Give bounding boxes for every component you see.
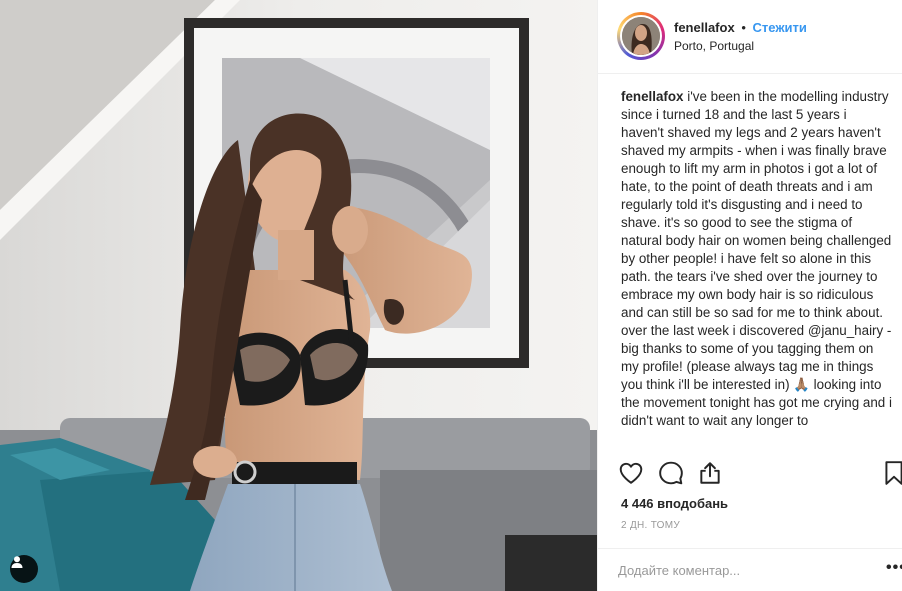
post-photo[interactable]	[0, 0, 597, 591]
post-caption: fenellafox i've been in the modelling in…	[621, 88, 893, 446]
photo-illustration	[0, 0, 597, 591]
avatar[interactable]	[617, 12, 665, 60]
comment-bubble-icon	[659, 461, 683, 485]
like-button[interactable]	[618, 460, 644, 491]
likes-count[interactable]: 4 446 вподобань	[621, 496, 728, 511]
comment-bar: •••	[598, 548, 902, 591]
separator-dot: •	[741, 20, 746, 35]
comment-input[interactable]	[618, 559, 858, 581]
author-username[interactable]: fenellafox	[674, 20, 735, 35]
share-button[interactable]	[697, 460, 723, 491]
caption-text: i've been in the modelling industry sinc…	[621, 89, 892, 428]
post-actions	[618, 460, 902, 488]
bookmark-icon	[885, 461, 902, 485]
post-location[interactable]: Porto, Portugal	[674, 39, 754, 53]
comment-button[interactable]	[658, 460, 684, 491]
follow-button[interactable]: Стежити	[753, 20, 807, 35]
caption-username[interactable]: fenellafox	[621, 89, 684, 104]
more-options-button[interactable]: •••	[886, 559, 902, 577]
heart-icon	[619, 462, 643, 484]
share-icon	[700, 462, 720, 484]
author-line: fenellafox • Стежити	[674, 20, 807, 35]
user-tag-icon	[11, 556, 23, 568]
post-timestamp[interactable]: 2 ДН. ТОМУ	[621, 520, 680, 531]
avatar-image	[622, 17, 660, 55]
tag-people-button[interactable]	[10, 555, 38, 583]
save-button[interactable]	[883, 460, 902, 491]
post-header: fenellafox • Стежити Porto, Portugal	[598, 0, 902, 74]
post-sidebar: fenellafox • Стежити Porto, Portugal fen…	[597, 0, 902, 591]
